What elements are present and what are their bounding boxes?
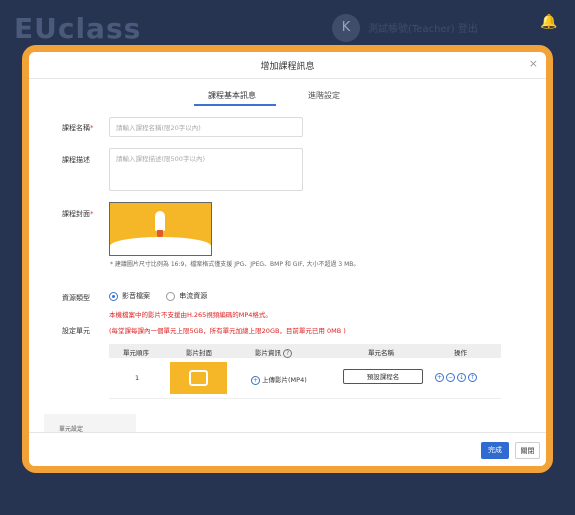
video-icon — [189, 370, 208, 386]
plus-circle-icon: + — [251, 376, 260, 385]
dialog-header: 增加課程訊息 × — [29, 52, 546, 79]
active-tab-indicator — [194, 104, 276, 106]
avatar: K — [332, 14, 360, 42]
dialog-footer: 完成 關閉 — [29, 432, 546, 466]
course-desc-textarea[interactable]: 請輸入課程描述(限500字以內) — [109, 148, 303, 191]
resource-type-label: 資源類型 — [62, 294, 90, 302]
unit-cover-thumbnail[interactable] — [170, 362, 227, 394]
bell-icon: 🔔 — [540, 14, 558, 30]
tab-basic-info[interactable]: 課程基本訊息 — [208, 90, 256, 101]
format-warning: 本機檔案中的影片不支援由H.265視頻編碼的MP4格式。 — [109, 311, 272, 319]
cover-hint: * 建議圖片尺寸比例為 16:9，檔案格式僅支援 JPG、JPEG、BMP 和 … — [110, 261, 360, 268]
th-name: 單元名稱 — [368, 349, 394, 357]
course-cover-label: 課程封面* — [62, 210, 94, 218]
unit-name-button[interactable]: 預設課程名 — [343, 369, 423, 384]
done-button[interactable]: 完成 — [481, 442, 509, 459]
upload-video-link[interactable]: + 上傳影片(MP4) — [251, 374, 307, 385]
close-icon[interactable]: × — [529, 57, 538, 70]
help-icon[interactable]: ? — [283, 349, 293, 358]
add-icon[interactable]: + — [435, 373, 444, 382]
resource-type-radio-group: 影音檔案 串流資源 — [109, 291, 221, 301]
course-name-input[interactable]: 請輸入課程名稱(限20字以內) — [109, 117, 303, 137]
move-up-icon[interactable]: ↑ — [468, 373, 477, 382]
row-actions: + − ↓ ↑ — [435, 373, 479, 382]
app-logo: EUclass — [14, 12, 142, 45]
th-info: 影片資訊 ? — [255, 347, 294, 358]
course-name-label: 課程名稱* — [62, 124, 94, 132]
radio-streaming[interactable]: 串流資源 — [166, 291, 207, 301]
close-button[interactable]: 關閉 — [515, 442, 540, 459]
table-row: 1 + 上傳影片(MP4) 預設課程名 + − ↓ ↑ — [109, 358, 501, 399]
storage-warning: (每堂課每課內一個單元上限5GB，所有單元加總上限20GB，目前單元已用 0MB… — [109, 327, 346, 335]
th-actions: 操作 — [454, 349, 467, 357]
course-desc-label: 課程描述 — [62, 156, 90, 164]
th-cover: 影片封面 — [186, 349, 212, 357]
user-menu-text: 測試帳號(Teacher) 登出 — [368, 24, 478, 35]
unit-order: 1 — [135, 374, 140, 382]
tab-advanced[interactable]: 進階設定 — [308, 90, 340, 101]
radio-checked-icon — [109, 291, 118, 301]
table-header: 單元順序 影片封面 影片資訊 ? 單元名稱 操作 — [109, 344, 501, 358]
radio-unchecked-icon — [166, 291, 176, 301]
rocket-icon — [155, 211, 165, 231]
background-section: 單元設定 — [44, 414, 136, 434]
radio-local-file[interactable]: 影音檔案 — [109, 291, 150, 301]
dialog-title: 增加課程訊息 — [260, 62, 315, 72]
th-order: 單元順序 — [123, 349, 149, 357]
dialog-tabs: 課程基本訊息 進階設定 — [29, 86, 546, 106]
cloud-shape — [110, 237, 211, 255]
add-course-dialog: 增加課程訊息 × 課程基本訊息 進階設定 課程名稱* 請輸入課程名稱(限20字以… — [29, 52, 546, 466]
course-cover-image[interactable] — [109, 202, 212, 256]
move-down-icon[interactable]: ↓ — [457, 373, 466, 382]
remove-icon[interactable]: − — [446, 373, 455, 382]
unit-settings-label: 設定單元 — [62, 327, 90, 335]
unit-table: 單元順序 影片封面 影片資訊 ? 單元名稱 操作 1 + 上傳影片(MP4) 預設… — [109, 344, 501, 399]
